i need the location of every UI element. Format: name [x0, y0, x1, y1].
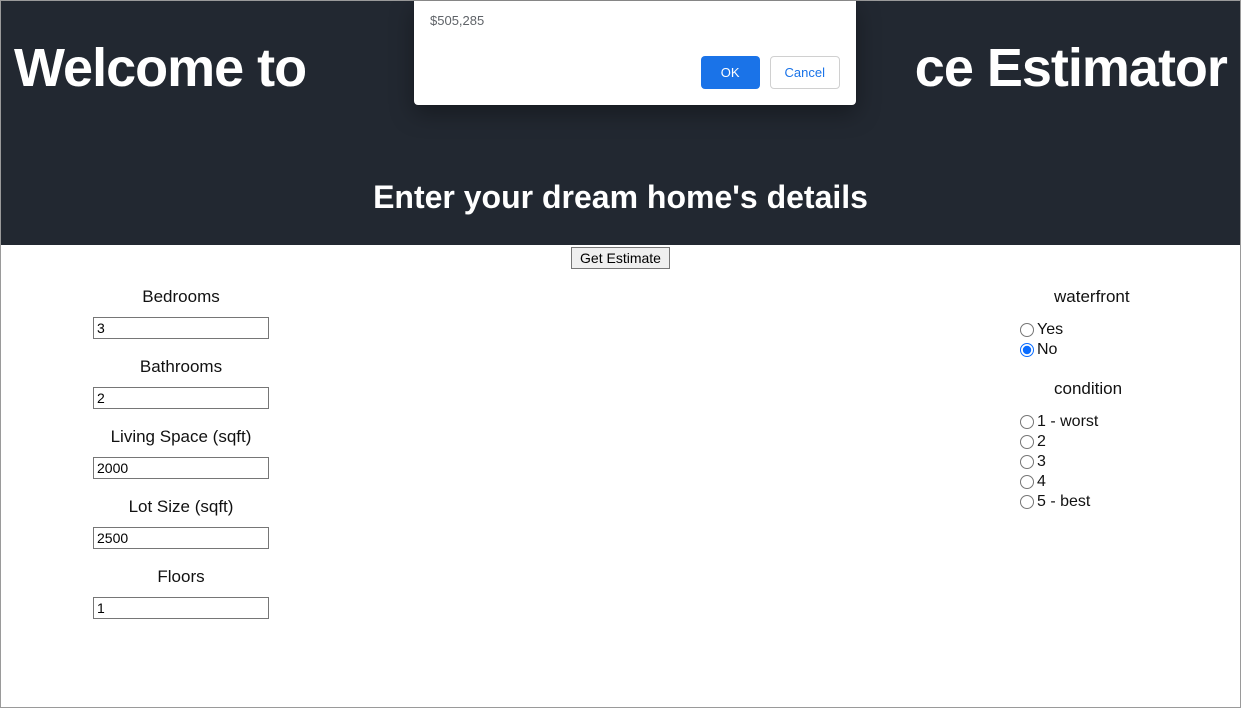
condition-label: condition [1054, 379, 1180, 399]
condition-option-2[interactable]: 2 [1020, 433, 1180, 451]
lot-size-input[interactable] [93, 527, 269, 549]
living-space-label: Living Space (sqft) [61, 427, 301, 447]
condition-option-5[interactable]: 5 - best [1020, 493, 1180, 511]
waterfront-option-no[interactable]: No [1020, 341, 1180, 359]
bathrooms-input[interactable] [93, 387, 269, 409]
condition-radio-4[interactable] [1020, 475, 1034, 489]
alert-dialog: $505,285 OK Cancel [414, 1, 856, 105]
page-title-right: ce Estimator [915, 38, 1227, 98]
bedrooms-label: Bedrooms [61, 287, 301, 307]
waterfront-option-yes[interactable]: Yes [1020, 321, 1180, 339]
bathrooms-label: Bathrooms [61, 357, 301, 377]
waterfront-radio-yes[interactable] [1020, 323, 1034, 337]
condition-option-2-label: 2 [1037, 433, 1046, 451]
lot-size-label: Lot Size (sqft) [61, 497, 301, 517]
alert-cancel-button[interactable]: Cancel [770, 56, 840, 89]
condition-option-4[interactable]: 4 [1020, 473, 1180, 491]
condition-option-5-label: 5 - best [1037, 493, 1090, 511]
waterfront-label: waterfront [1054, 287, 1180, 307]
alert-ok-button[interactable]: OK [701, 56, 760, 89]
condition-radio-1[interactable] [1020, 415, 1034, 429]
alert-message: $505,285 [430, 13, 840, 28]
condition-option-1-label: 1 - worst [1037, 413, 1098, 431]
waterfront-option-yes-label: Yes [1037, 321, 1063, 339]
condition-option-4-label: 4 [1037, 473, 1046, 491]
condition-option-3-label: 3 [1037, 453, 1046, 471]
condition-radio-2[interactable] [1020, 435, 1034, 449]
page-title-left: Welcome to [14, 38, 306, 98]
page-subtitle: Enter your dream home's details [1, 99, 1240, 216]
condition-option-1[interactable]: 1 - worst [1020, 413, 1180, 431]
bedrooms-input[interactable] [93, 317, 269, 339]
condition-radio-3[interactable] [1020, 455, 1034, 469]
condition-radio-5[interactable] [1020, 495, 1034, 509]
floors-input[interactable] [93, 597, 269, 619]
floors-label: Floors [61, 567, 301, 587]
waterfront-option-no-label: No [1037, 341, 1057, 359]
living-space-input[interactable] [93, 457, 269, 479]
get-estimate-button[interactable]: Get Estimate [571, 247, 670, 269]
waterfront-radio-no[interactable] [1020, 343, 1034, 357]
condition-option-3[interactable]: 3 [1020, 453, 1180, 471]
